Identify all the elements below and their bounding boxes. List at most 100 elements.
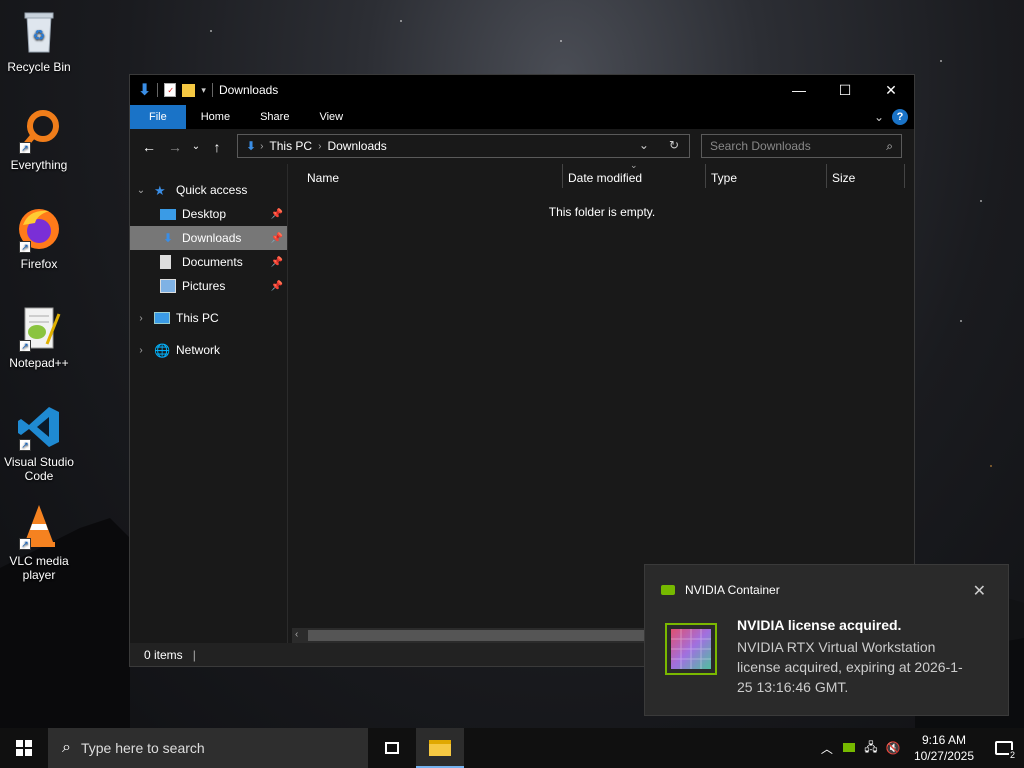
address-history-chevron-icon[interactable]: ⌄ <box>639 138 649 152</box>
column-separator[interactable] <box>562 164 563 188</box>
tab-share[interactable]: Share <box>245 105 304 129</box>
refresh-icon[interactable]: ↻ <box>669 138 679 152</box>
svg-text:♻: ♻ <box>33 27 46 43</box>
shortcut-arrow-icon: ↗ <box>19 439 31 451</box>
task-view-button[interactable] <box>368 728 416 768</box>
task-view-icon <box>385 742 399 754</box>
nav-item-desktop[interactable]: Desktop 📌 <box>130 202 287 226</box>
nav-label: Documents <box>182 255 243 269</box>
network-tray-icon[interactable]: 🖧 <box>860 738 882 759</box>
breadcrumb-this-pc[interactable]: This PC <box>269 139 312 153</box>
nav-quick-access[interactable]: ⌄ ★ Quick access <box>130 178 287 202</box>
address-bar[interactable]: ⬇ › This PC › Downloads ⌄ ↻ <box>237 134 690 158</box>
tab-view[interactable]: View <box>304 105 358 129</box>
scroll-left-arrow-icon[interactable]: ‹ <box>295 629 298 640</box>
new-folder-icon[interactable] <box>182 83 196 97</box>
recycle-bin-icon: ♻ <box>15 8 63 56</box>
column-separator[interactable] <box>904 164 905 188</box>
notepadpp-icon: ↗ <box>15 304 63 352</box>
nav-item-pictures[interactable]: Pictures 📌 <box>130 274 287 298</box>
pin-icon[interactable]: 📌 <box>271 281 283 292</box>
empty-folder-message: This folder is empty. <box>548 205 656 219</box>
gpu-chip-icon <box>665 623 717 675</box>
download-arrow-icon: ⬇ <box>138 82 152 99</box>
action-center-button[interactable]: 2 <box>984 728 1024 768</box>
search-input[interactable]: Search Downloads ⌕ <box>701 134 902 158</box>
desktop-icon-label: Notepad++ <box>9 356 69 370</box>
desktop-icon-label: Everything <box>10 158 68 172</box>
forward-arrow-icon[interactable]: → <box>164 139 186 155</box>
pin-icon[interactable]: 📌 <box>271 209 283 220</box>
documents-icon <box>160 255 171 269</box>
shortcut-arrow-icon: ↗ <box>19 340 31 352</box>
firefox-icon: ↗ <box>15 205 63 253</box>
shortcut-arrow-icon: ↗ <box>19 241 31 253</box>
desktop-icon-everything[interactable]: ↗ Everything <box>0 106 78 172</box>
file-explorer-icon <box>429 740 451 756</box>
column-headers: Name ⌄ Date modified Type Size <box>290 160 914 190</box>
nav-label: Pictures <box>182 279 226 293</box>
shortcut-arrow-icon: ↗ <box>19 142 31 154</box>
maximize-button[interactable]: ☐ <box>822 75 868 105</box>
windows-logo-icon <box>16 740 32 756</box>
close-button[interactable]: ✕ <box>868 75 914 105</box>
nav-label: Quick access <box>176 183 248 197</box>
download-location-icon: ⬇ <box>246 139 257 153</box>
desktop-icon-recycle-bin[interactable]: ♻ Recycle Bin <box>0 8 78 74</box>
column-header-date-modified[interactable]: Date modified <box>568 171 642 185</box>
chevron-right-icon[interactable]: › <box>134 313 148 324</box>
taskbar-search-box[interactable]: ⌕ Type here to search <box>48 728 368 768</box>
desktop-icon-vlc[interactable]: ↗ VLC media player <box>0 502 78 582</box>
nav-item-downloads[interactable]: ⬇ Downloads 📌 <box>130 226 287 250</box>
desktop-icon-label: Firefox <box>20 257 58 271</box>
column-separator[interactable] <box>826 164 827 188</box>
clock[interactable]: 9:16 AM 10/27/2025 <box>914 732 974 764</box>
chevron-right-icon[interactable]: › <box>134 345 148 356</box>
notification-count-badge: 2 <box>1008 750 1016 760</box>
desktop-icon-firefox[interactable]: ↗ Firefox <box>0 205 78 271</box>
properties-icon[interactable]: ✓ <box>164 83 177 97</box>
pin-icon[interactable]: 📌 <box>271 233 283 244</box>
desktop-icon-label: VLC media player <box>9 554 69 582</box>
column-header-name[interactable]: Name <box>307 171 339 185</box>
nav-network[interactable]: › 🌐 Network <box>130 338 287 362</box>
taskbar-search-placeholder: Type here to search <box>80 740 205 756</box>
expand-ribbon-icon[interactable]: ⌄ <box>874 110 884 124</box>
customize-qat-icon[interactable]: ▾ <box>201 85 206 96</box>
nav-label: This PC <box>176 311 219 325</box>
title-bar[interactable]: ⬇ ✓ ▾ Downloads — ☐ ✕ <box>130 75 914 105</box>
desktop-icon-label: Visual Studio Code <box>4 455 74 483</box>
tab-file[interactable]: File <box>130 105 186 129</box>
search-placeholder: Search Downloads <box>710 139 811 153</box>
pin-icon[interactable]: 📌 <box>271 257 283 268</box>
nvidia-tray-icon[interactable] <box>838 741 860 755</box>
up-arrow-icon[interactable]: ↑ <box>206 139 228 155</box>
desktop-folder-icon <box>160 208 176 220</box>
back-arrow-icon[interactable]: ← <box>138 139 160 155</box>
scrollbar-thumb[interactable] <box>308 630 648 641</box>
recent-locations-chevron-icon[interactable]: ⌄ <box>190 141 202 152</box>
tab-home[interactable]: Home <box>186 105 245 129</box>
nav-this-pc[interactable]: › This PC <box>130 306 287 330</box>
column-header-type[interactable]: Type <box>711 171 737 185</box>
column-header-size[interactable]: Size <box>832 171 855 185</box>
show-hidden-icons-chevron-icon[interactable]: ︿ <box>816 740 838 757</box>
taskbar-file-explorer[interactable] <box>416 728 464 768</box>
breadcrumb-separator-icon[interactable]: › <box>260 141 263 152</box>
desktop-icon-notepadpp[interactable]: ↗ Notepad++ <box>0 304 78 370</box>
desktop-icon-vscode[interactable]: ↗ Visual Studio Code <box>0 403 78 483</box>
breadcrumb-separator-icon[interactable]: › <box>318 141 321 152</box>
notification-toast[interactable]: NVIDIA Container ✕ NVIDIA license acquir… <box>644 564 1009 716</box>
chevron-down-icon[interactable]: ⌄ <box>134 185 148 196</box>
help-icon[interactable]: ? <box>892 109 908 125</box>
vlc-icon: ↗ <box>15 502 63 550</box>
volume-muted-icon[interactable]: 🔇 <box>882 741 904 755</box>
star-icon: ★ <box>154 183 166 198</box>
close-icon[interactable]: ✕ <box>973 581 986 601</box>
minimize-button[interactable]: — <box>776 75 822 105</box>
clock-date: 10/27/2025 <box>913 749 974 763</box>
breadcrumb-downloads[interactable]: Downloads <box>327 139 386 153</box>
nav-item-documents[interactable]: Documents 📌 <box>130 250 287 274</box>
start-button[interactable] <box>0 728 48 768</box>
column-separator[interactable] <box>705 164 706 188</box>
